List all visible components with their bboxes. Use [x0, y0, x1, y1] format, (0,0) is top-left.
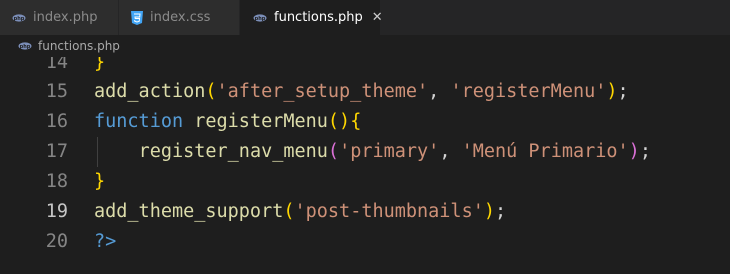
php-icon: php: [12, 13, 26, 22]
paren: (: [327, 140, 340, 162]
php-icon: php: [18, 42, 32, 50]
code-line: 17 register_nav_menu('primary', 'Menú Pr…: [0, 136, 730, 166]
php-icon: php: [253, 13, 267, 22]
function-name: register_nav_menu: [138, 140, 328, 162]
keyword: function: [94, 110, 184, 132]
editor-tab-bar: php index.php index.css php functions.ph…: [0, 0, 730, 35]
function-name: registerMenu: [194, 110, 328, 132]
line-number: 16: [45, 110, 68, 132]
code-editor[interactable]: 14 } 15 add_action('after_setup_theme', …: [0, 46, 730, 274]
svg-text:php: php: [255, 16, 266, 22]
code-line: 20 ?>: [0, 226, 730, 256]
comma: ,: [439, 140, 462, 162]
css-icon: [131, 10, 143, 25]
line-number: 18: [45, 170, 68, 192]
code-text: add_action('after_setup_theme', 'registe…: [94, 81, 629, 102]
semicolon: ;: [639, 140, 651, 162]
string: 'registerMenu': [450, 80, 607, 102]
breadcrumb: php functions.php: [0, 35, 730, 57]
tab-label: functions.php: [274, 10, 363, 25]
paren: ): [628, 140, 640, 162]
line-number: 19: [45, 200, 68, 222]
comma: ,: [428, 80, 451, 102]
string: 'after_setup_theme': [216, 80, 429, 102]
paren: ): [339, 110, 351, 132]
string: 'primary': [339, 140, 440, 162]
close-icon[interactable]: ✕: [372, 10, 383, 25]
brace: {: [350, 110, 362, 132]
line-number: 17: [45, 140, 68, 162]
tab-label: index.css: [150, 10, 211, 25]
line-number: 15: [45, 80, 68, 102]
line-number: 20: [45, 230, 68, 252]
brace: }: [94, 170, 106, 192]
code-text: function registerMenu(){: [94, 111, 361, 132]
tab-functions-php[interactable]: php functions.php ✕: [240, 0, 383, 35]
indent-guide: [97, 137, 98, 167]
code-line: 15 add_action('after_setup_theme', 'regi…: [0, 76, 730, 106]
string: 'Menú Primario': [461, 140, 629, 162]
code-line: 19 add_theme_support('post-thumbnails');: [0, 196, 730, 226]
semicolon: ;: [495, 200, 507, 222]
paren: (: [327, 110, 340, 132]
code-text: ?>: [94, 231, 116, 252]
paren: ): [483, 200, 495, 222]
semicolon: ;: [617, 80, 629, 102]
code-line: 16 function registerMenu(){: [0, 106, 730, 136]
svg-text:php: php: [20, 44, 31, 50]
breadcrumb-file[interactable]: functions.php: [38, 39, 120, 53]
code-line: 18 }: [0, 166, 730, 196]
svg-text:php: php: [14, 16, 25, 22]
tab-label: index.php: [33, 10, 98, 25]
code-text: register_nav_menu('primary', 'Menú Prima…: [94, 141, 651, 162]
tab-index-css[interactable]: index.css: [119, 0, 240, 35]
function-name: add_theme_support: [94, 200, 284, 222]
php-close-tag: ?>: [94, 230, 117, 252]
tab-index-php[interactable]: php index.php: [0, 0, 119, 35]
string: 'post-thumbnails': [294, 200, 484, 222]
paren: (: [283, 200, 295, 222]
code-text: }: [94, 171, 105, 192]
function-name: add_action: [94, 80, 206, 102]
paren: ): [606, 80, 618, 102]
code-text: add_theme_support('post-thumbnails');: [94, 201, 506, 222]
paren: (: [205, 80, 217, 102]
